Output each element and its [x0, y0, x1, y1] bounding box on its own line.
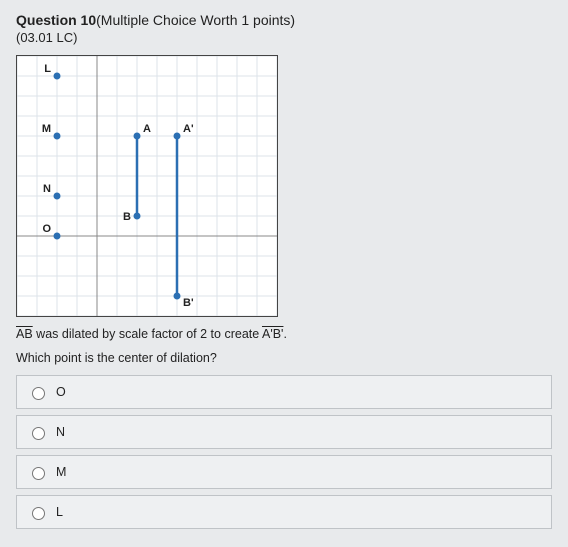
svg-text:B': B': [183, 297, 194, 309]
segment-aprime-bprime: A'B': [262, 327, 283, 341]
radio-o[interactable]: [32, 387, 45, 400]
question-subcode: (03.01 LC): [16, 30, 552, 45]
question-header: Question 10(Multiple Choice Worth 1 poin…: [16, 12, 552, 28]
choice-label: L: [56, 505, 63, 519]
question-statement: AB was dilated by scale factor of 2 to c…: [16, 327, 552, 341]
svg-text:O: O: [42, 223, 51, 235]
question-prompt: Which point is the center of dilation?: [16, 351, 552, 365]
choice-o[interactable]: O: [16, 375, 552, 409]
radio-m[interactable]: [32, 467, 45, 480]
choice-label: N: [56, 425, 65, 439]
choice-label: M: [56, 465, 66, 479]
svg-text:L: L: [44, 63, 51, 75]
svg-text:N: N: [43, 183, 51, 195]
choice-label: O: [56, 385, 66, 399]
question-number: Question 10: [16, 12, 96, 28]
radio-n[interactable]: [32, 427, 45, 440]
question-meta: (Multiple Choice Worth 1 points): [96, 12, 295, 28]
choice-list: O N M L: [16, 375, 552, 529]
choice-m[interactable]: M: [16, 455, 552, 489]
segment-ab: AB: [16, 327, 33, 341]
choice-n[interactable]: N: [16, 415, 552, 449]
choice-l[interactable]: L: [16, 495, 552, 529]
dilation-chart: L M N O A B A' B': [16, 55, 278, 317]
statement-tail: .: [283, 327, 286, 341]
svg-text:B: B: [123, 211, 131, 223]
radio-l[interactable]: [32, 507, 45, 520]
svg-text:A': A': [183, 123, 194, 135]
svg-text:A: A: [143, 123, 151, 135]
statement-mid: was dilated by scale factor of 2 to crea…: [33, 327, 262, 341]
svg-text:M: M: [42, 123, 51, 135]
